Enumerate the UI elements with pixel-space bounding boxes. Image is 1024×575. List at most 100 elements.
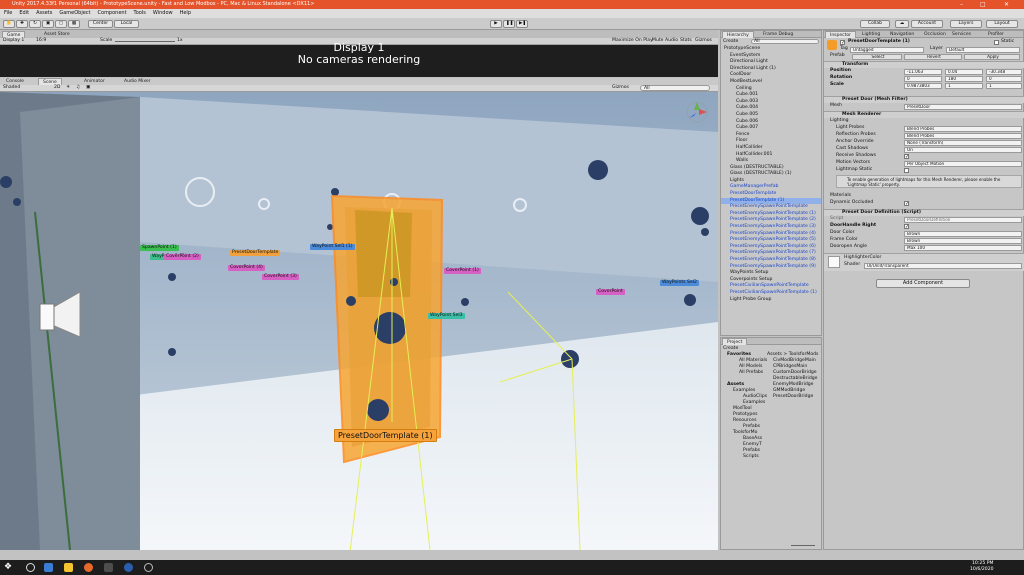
- hierarchy-item[interactable]: PresetEnemySpawnPointTemplate (5): [721, 237, 821, 244]
- play-button[interactable]: ▶: [490, 20, 502, 28]
- menu-component[interactable]: Component: [98, 9, 127, 18]
- firefox-icon[interactable]: [84, 563, 93, 572]
- prefab-apply-button[interactable]: Apply: [964, 54, 1020, 60]
- anchor-override-field[interactable]: None (Transform): [904, 140, 1022, 146]
- scene-gizmos-dropdown[interactable]: Gizmos: [612, 85, 629, 91]
- step-button[interactable]: ▶❚: [516, 20, 528, 28]
- doorhandle-right-checkbox[interactable]: ✓: [904, 224, 909, 230]
- receive-shadows-checkbox[interactable]: ✓: [904, 154, 909, 160]
- rotate-tool-icon[interactable]: ↻: [29, 20, 41, 28]
- hierarchy-item[interactable]: Cube.007: [721, 125, 821, 132]
- shader-dropdown[interactable]: UI/Unlit/Transparent: [864, 263, 1022, 269]
- minimize-button[interactable]: –: [960, 0, 963, 9]
- shading-dropdown[interactable]: Shaded: [3, 85, 20, 91]
- hierarchy-item[interactable]: Cube.005: [721, 112, 821, 119]
- file-explorer-icon[interactable]: [64, 563, 73, 572]
- effects-toggle-icon[interactable]: ▣: [86, 85, 90, 91]
- unity-icon[interactable]: [104, 563, 113, 572]
- layout-dropdown[interactable]: Layout: [986, 20, 1018, 28]
- hierarchy-item[interactable]: Cube.001: [721, 92, 821, 99]
- tab-profiler[interactable]: Profiler: [984, 31, 1008, 38]
- scene-label-waypoint-c[interactable]: WayPoints Sel2: [660, 280, 699, 286]
- scene-search-input[interactable]: All: [640, 85, 710, 91]
- layers-dropdown[interactable]: Layers: [950, 20, 982, 28]
- hierarchy-item[interactable]: PresetEnemySpawnPointTemplate: [721, 204, 821, 211]
- materials-foldout[interactable]: Materials: [830, 193, 851, 199]
- tab-occlusion[interactable]: Occlusion: [920, 31, 950, 38]
- edge-browser-icon[interactable]: [44, 563, 53, 572]
- scale-y-field[interactable]: 1: [945, 83, 983, 89]
- position-y-field[interactable]: 0.04: [945, 69, 983, 75]
- dynamic-occluded-checkbox[interactable]: ✓: [904, 201, 909, 207]
- rotation-x-field[interactable]: 0: [904, 76, 942, 82]
- tab-frame-debug[interactable]: Frame Debug: [759, 31, 797, 38]
- add-component-button[interactable]: Add Component: [876, 279, 970, 288]
- transform-header[interactable]: Transform: [824, 61, 1024, 68]
- scene-label-spawn-a[interactable]: SpawnPoint (1): [140, 245, 179, 251]
- motion-vectors-dropdown[interactable]: Per Object Motion: [904, 161, 1022, 167]
- file-presetdoorbridge[interactable]: PresetDoorBridge: [773, 394, 813, 400]
- account-dropdown[interactable]: Account: [911, 20, 943, 28]
- project-size-slider[interactable]: [791, 545, 815, 546]
- scene-label-spawn-b[interactable]: CoverPoint (2): [164, 254, 201, 260]
- hierarchy-item[interactable]: PresetCivilianSpawnPointTemplate: [721, 283, 821, 290]
- hierarchy-item[interactable]: PrototypeScene: [721, 46, 821, 53]
- hierarchy-create-dropdown[interactable]: Create: [723, 39, 738, 45]
- hierarchy-item[interactable]: Cube.004: [721, 105, 821, 112]
- menu-help[interactable]: Help: [180, 9, 191, 18]
- static-checkbox[interactable]: [994, 40, 999, 45]
- script-header[interactable]: Preset Door Definition (Script): [824, 209, 1024, 216]
- scene-label-cover-a[interactable]: CoverPoint (1): [444, 268, 481, 274]
- chrome-icon[interactable]: [144, 563, 153, 572]
- audio-toggle-icon[interactable]: ♫: [76, 85, 80, 91]
- hierarchy-item[interactable]: PresetEnemySpawnPointTemplate (3): [721, 224, 821, 231]
- hand-tool-icon[interactable]: ✋: [3, 20, 15, 28]
- mode-2d-toggle[interactable]: 2D: [54, 85, 60, 91]
- material-name[interactable]: HighlighterColor: [844, 255, 881, 261]
- object-name[interactable]: PresetDoorTemplate (1): [848, 39, 910, 45]
- tab-services[interactable]: Services: [948, 31, 975, 38]
- windows-start-icon[interactable]: ❖: [4, 563, 13, 572]
- menu-tools[interactable]: Tools: [134, 9, 146, 18]
- meshfilter-header[interactable]: Preset Door (Mesh Filter): [824, 96, 1024, 103]
- mesh-field[interactable]: PresetDoor: [904, 104, 1022, 110]
- menu-assets[interactable]: Assets: [36, 9, 52, 18]
- menu-window[interactable]: Window: [153, 9, 173, 18]
- tab-scene[interactable]: Scene: [38, 78, 62, 85]
- scene-label-waypoint-a[interactable]: WayPoint Sel1 (1): [310, 244, 355, 250]
- app-icon[interactable]: [124, 563, 133, 572]
- tab-hierarchy[interactable]: Hierarchy: [722, 31, 754, 38]
- tab-project[interactable]: Project: [722, 338, 748, 345]
- frame-color-dropdown[interactable]: Brown: [904, 238, 1022, 244]
- prefab-revert-button[interactable]: Revert: [904, 54, 962, 60]
- tab-asset-store[interactable]: Asset Store: [40, 31, 74, 38]
- tab-console[interactable]: Console: [2, 78, 28, 85]
- active-checkbox[interactable]: ✓: [840, 40, 845, 46]
- scale-x-field[interactable]: 0.9873803: [904, 83, 942, 89]
- tag-dropdown[interactable]: Untagged: [850, 47, 924, 53]
- close-button[interactable]: ✕: [1004, 0, 1009, 9]
- pivot-center-toggle[interactable]: Center: [88, 20, 113, 28]
- cast-shadows-dropdown[interactable]: On: [904, 147, 1022, 153]
- tab-inspector[interactable]: Inspector: [825, 31, 856, 38]
- script-field[interactable]: PresetDoorDefinition: [904, 217, 1022, 223]
- rect-tool-icon[interactable]: ▢: [55, 20, 67, 28]
- tab-audio-mixer[interactable]: Audio Mixer: [120, 78, 155, 85]
- scene-label-cover-b[interactable]: CoverPoint: [596, 289, 625, 295]
- lightmap-static-checkbox[interactable]: [904, 168, 909, 173]
- scene-label-spawn-e[interactable]: CoverPoint (3): [262, 274, 299, 280]
- hierarchy-item[interactable]: Floor: [721, 138, 821, 145]
- door-color-dropdown[interactable]: Brown: [904, 231, 1022, 237]
- hierarchy-item[interactable]: PresetEnemySpawnPointTemplate (7): [721, 250, 821, 257]
- tab-game[interactable]: Game: [2, 31, 26, 38]
- pause-button[interactable]: ❚❚: [503, 20, 515, 28]
- tab-animator[interactable]: Animator: [80, 78, 109, 85]
- clock-date[interactable]: 10/6/2020: [970, 567, 994, 573]
- search-icon[interactable]: [26, 563, 35, 572]
- hierarchy-item[interactable]: PresetDoorTemplate: [721, 191, 821, 198]
- prefab-select-button[interactable]: Select: [852, 54, 902, 60]
- scene-view[interactable]: SpawnPoint (1) WayPoint Sel3 CoverPoint …: [0, 92, 718, 550]
- tab-navigation[interactable]: Navigation: [886, 31, 918, 38]
- scale-z-field[interactable]: 1: [986, 83, 1022, 89]
- dooropen-angle-dropdown[interactable]: Max 100: [904, 245, 1022, 251]
